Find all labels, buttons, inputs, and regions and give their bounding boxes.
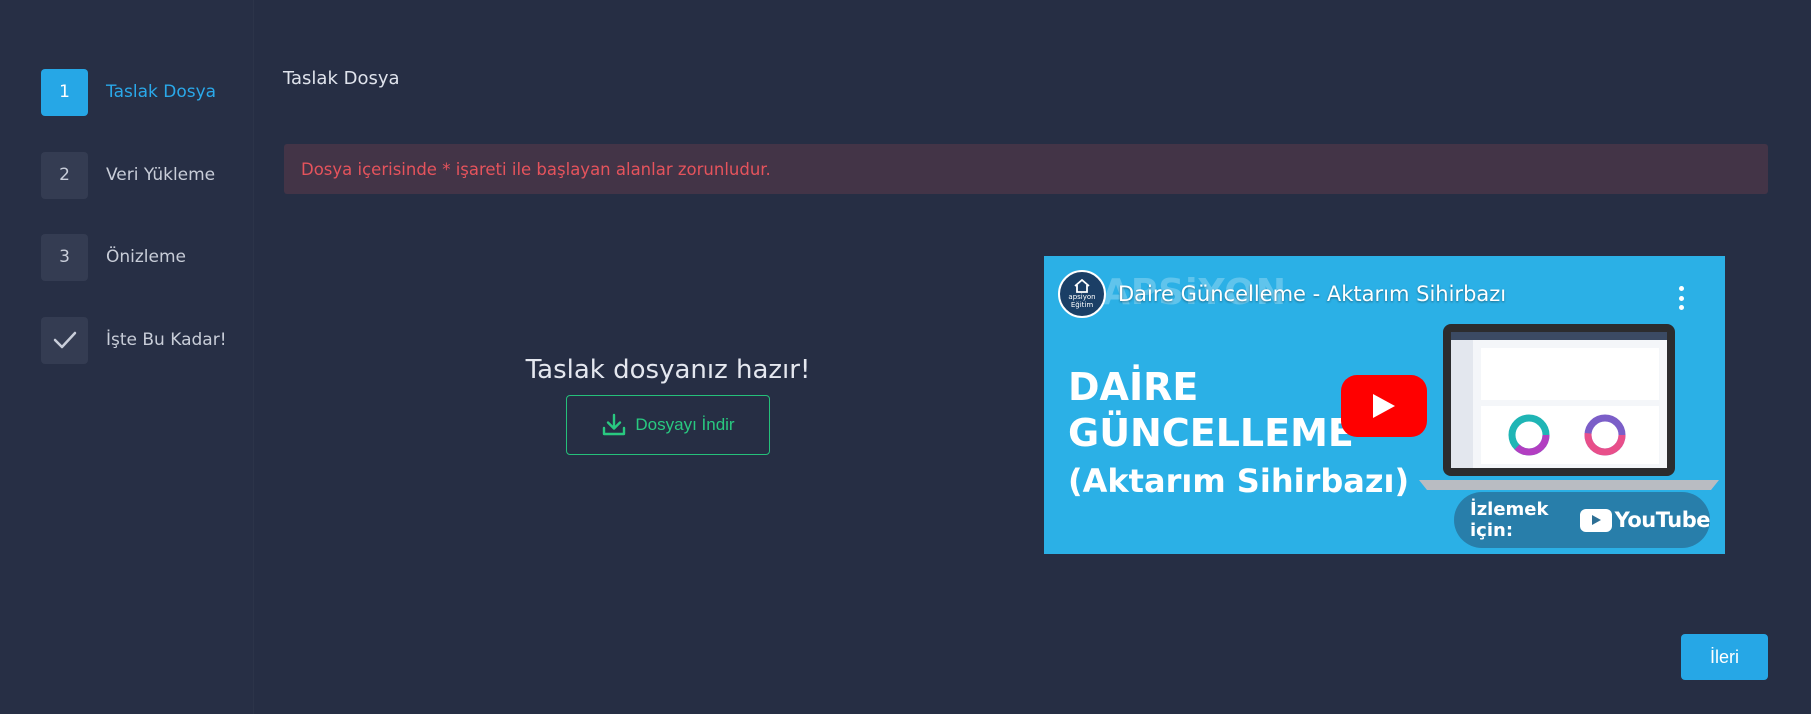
video-title[interactable]: Daire Güncelleme - Aktarım Sihirbazı bbox=[1118, 282, 1506, 306]
watch-label: İzlemek için: bbox=[1470, 499, 1549, 541]
step-label: İşte Bu Kadar! bbox=[106, 330, 227, 350]
more-options-icon[interactable] bbox=[1679, 286, 1685, 310]
channel-subname: Eğitim bbox=[1070, 301, 1094, 309]
step-label: Veri Yükleme bbox=[106, 165, 216, 185]
alert-text: Dosya içerisinde * işareti ile başlayan … bbox=[301, 159, 771, 179]
page-title: Taslak Dosya bbox=[283, 68, 400, 89]
channel-logo[interactable]: apsiyon Eğitim bbox=[1058, 270, 1106, 318]
download-icon bbox=[603, 413, 626, 436]
step-veri-yukleme[interactable]: 2 Veri Yükleme bbox=[41, 151, 251, 199]
wizard-sidebar: 1 Taslak Dosya 2 Veri Yükleme 3 Önizleme… bbox=[0, 0, 254, 714]
required-fields-alert: Dosya içerisinde * işareti ile başlayan … bbox=[284, 144, 1768, 194]
video-header: apsiyon Eğitim Daire Güncelleme - Aktarı… bbox=[1058, 270, 1506, 318]
step-number: 2 bbox=[41, 151, 88, 199]
step-taslak-dosya[interactable]: 1 Taslak Dosya bbox=[41, 68, 251, 116]
play-icon bbox=[1373, 394, 1395, 418]
watch-on-youtube-button[interactable]: İzlemek için: YouTube bbox=[1454, 492, 1711, 548]
home-icon bbox=[1074, 279, 1090, 293]
next-button[interactable]: İleri bbox=[1681, 634, 1768, 680]
youtube-wordmark: YouTube bbox=[1614, 508, 1711, 532]
step-iste-bu-kadar[interactable]: İşte Bu Kadar! bbox=[41, 316, 251, 364]
step-number: 3 bbox=[41, 233, 88, 281]
youtube-logo: YouTube bbox=[1579, 508, 1711, 532]
heading-line-3: (Aktarım Sihirbazı) bbox=[1068, 462, 1410, 500]
step-label: Taslak Dosya bbox=[106, 82, 217, 102]
channel-name: apsiyon bbox=[1068, 293, 1096, 301]
check-icon bbox=[41, 316, 88, 364]
download-file-button[interactable]: Dosyayı İndir bbox=[566, 395, 770, 455]
ready-message: Taslak dosyanız hazır! bbox=[525, 355, 811, 385]
play-button[interactable] bbox=[1341, 375, 1427, 437]
youtube-play-icon bbox=[1579, 508, 1612, 532]
step-number: 1 bbox=[41, 68, 88, 116]
download-label: Dosyayı İndir bbox=[635, 415, 735, 434]
youtube-video-embed[interactable]: APSiYON apsiyon Eğitim Daire Güncelleme … bbox=[1044, 256, 1725, 554]
step-onizleme[interactable]: 3 Önizleme bbox=[41, 233, 251, 281]
step-label: Önizleme bbox=[106, 247, 187, 267]
